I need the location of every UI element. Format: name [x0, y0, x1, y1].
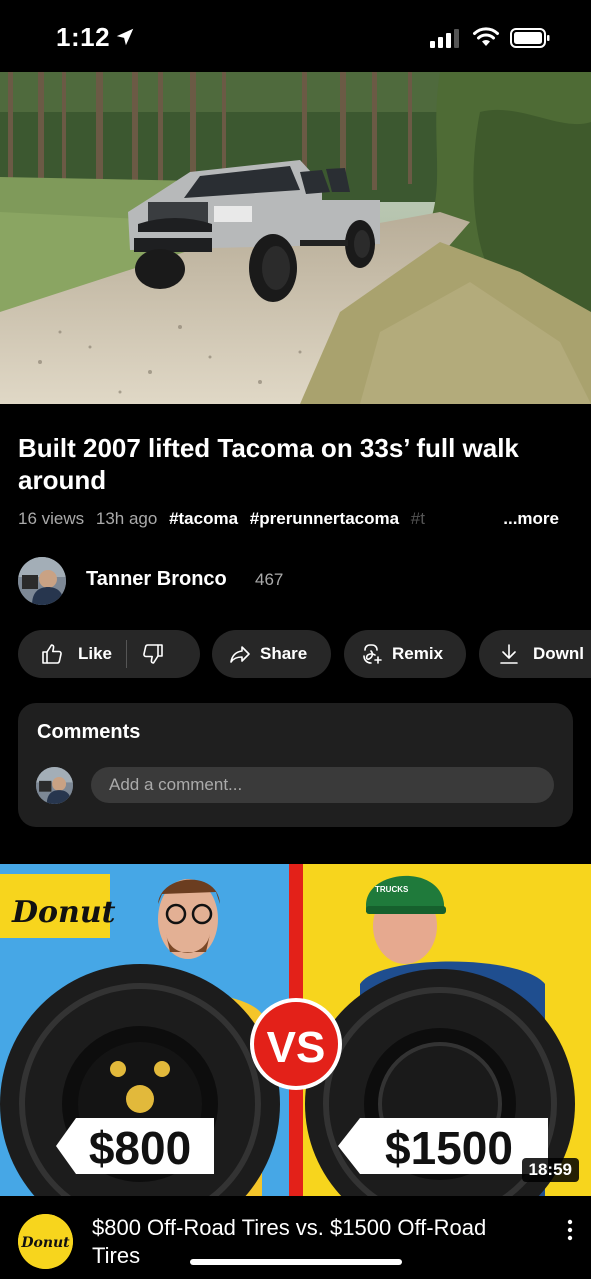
like-dislike-group: Like	[18, 630, 200, 678]
more-options-icon[interactable]	[560, 1218, 580, 1242]
svg-text:Donut: Donut	[20, 1235, 70, 1251]
download-button[interactable]: Downl	[479, 630, 591, 678]
view-count: 16 views	[18, 509, 85, 528]
channel-avatar[interactable]	[18, 557, 66, 605]
brand-logo-text: Donut	[11, 895, 116, 930]
add-comment-input[interactable]: Add a comment...	[91, 767, 554, 803]
download-label: Downl	[533, 644, 584, 663]
left-price: $800	[89, 1122, 191, 1174]
thumbnail-image: TRUCKS VS Donut $800 $1500	[0, 864, 591, 1196]
video-player[interactable]	[0, 72, 591, 404]
video-title[interactable]: Built 2007 lifted Tacoma on 33s’ full wa…	[18, 432, 568, 496]
remix-button[interactable]: Remix	[344, 630, 466, 678]
home-indicator[interactable]	[190, 1259, 402, 1265]
hashtag[interactable]: #tacoma	[169, 509, 238, 528]
upload-age: 13h ago	[95, 509, 158, 528]
share-label: Share	[260, 644, 308, 663]
share-arrow-icon	[230, 646, 250, 663]
location-arrow-icon	[116, 28, 134, 46]
cellular-signal-icon	[430, 29, 459, 48]
remix-label: Remix	[392, 644, 444, 663]
hashtag[interactable]: #t	[411, 509, 425, 528]
hashtag[interactable]: #prerunnertacoma	[250, 509, 399, 528]
status-bar: 1:12	[0, 0, 591, 72]
battery-icon	[510, 28, 550, 48]
dislike-button[interactable]	[141, 642, 165, 666]
remix-icon	[363, 644, 382, 664]
next-channel-avatar[interactable]: Donut	[18, 1214, 73, 1269]
donut-logo-icon: Donut	[18, 1214, 73, 1269]
avatar-image	[18, 557, 66, 605]
subscriber-count: 467	[255, 570, 284, 589]
next-video-thumbnail[interactable]: TRUCKS VS Donut $800 $1500 18:59	[0, 864, 591, 1196]
right-price: $1500	[385, 1122, 513, 1174]
channel-name[interactable]: Tanner Bronco	[86, 568, 227, 591]
video-frame-image	[0, 72, 591, 404]
video-duration: 18:59	[521, 1158, 579, 1182]
comments-card[interactable]: Comments Add a comment...	[18, 703, 573, 827]
divider	[126, 640, 128, 668]
download-icon	[500, 644, 518, 664]
status-time: 1:12	[56, 22, 111, 52]
thumbs-up-icon	[42, 644, 62, 664]
vs-label: VS	[267, 1023, 326, 1072]
share-button[interactable]: Share	[212, 630, 331, 678]
hat-text: TRUCKS	[375, 885, 409, 894]
more-link[interactable]: ...more	[499, 509, 559, 529]
wifi-icon	[473, 27, 499, 46]
like-label: Like	[78, 644, 113, 663]
thumbs-down-icon	[143, 644, 163, 664]
comments-title: Comments	[37, 721, 141, 743]
avatar-image	[36, 767, 73, 804]
user-avatar	[36, 767, 73, 804]
video-meta-row[interactable]: 16 views 13h ago #tacoma #prerunnertacom…	[18, 509, 578, 535]
like-button[interactable]: Like	[18, 642, 112, 666]
